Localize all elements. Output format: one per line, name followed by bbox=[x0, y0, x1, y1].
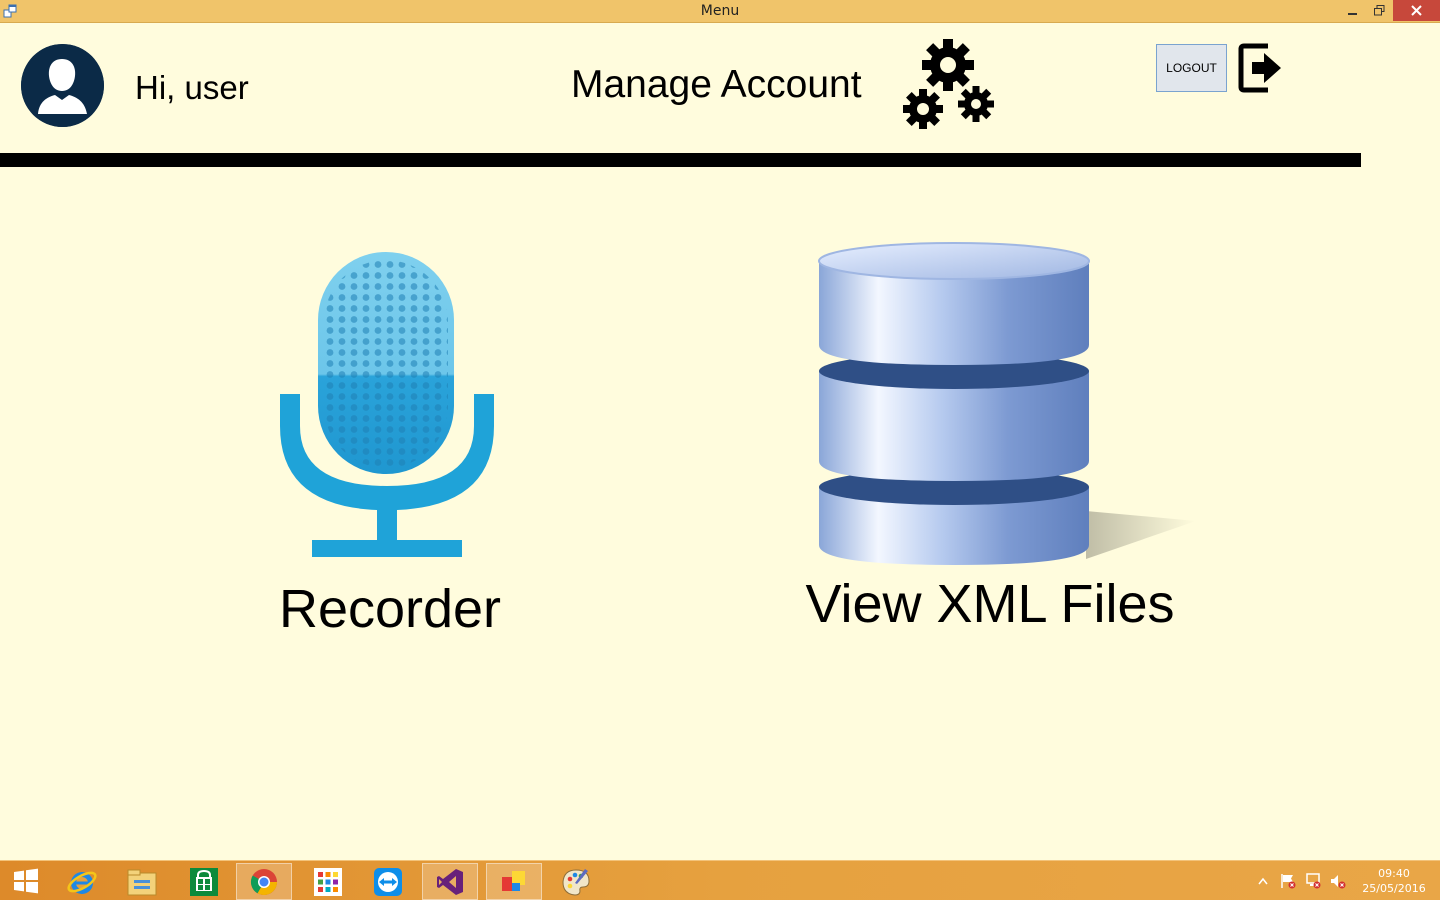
network-icon[interactable] bbox=[1305, 873, 1321, 889]
clock-date: 25/05/2016 bbox=[1362, 882, 1426, 895]
window-title: Menu bbox=[700, 3, 740, 19]
volume-muted-icon[interactable] bbox=[1330, 873, 1346, 889]
windows-logo-icon bbox=[14, 868, 38, 894]
database-icon bbox=[818, 242, 1196, 565]
microphone-icon bbox=[280, 252, 494, 557]
chevron-up-icon bbox=[1258, 877, 1268, 885]
taskbar-app-window[interactable] bbox=[486, 863, 542, 900]
apps-grid-icon bbox=[314, 867, 342, 896]
taskbar-clock[interactable]: 09:40 25/05/2016 bbox=[1358, 866, 1430, 896]
taskbar-paint[interactable] bbox=[548, 863, 604, 900]
visual-studio-icon bbox=[437, 868, 463, 895]
title-bar: Menu bbox=[0, 0, 1440, 23]
taskbar: 09:40 25/05/2016 bbox=[0, 860, 1440, 900]
taskbar-apps[interactable] bbox=[300, 863, 356, 900]
taskbar-file-explorer[interactable] bbox=[114, 863, 170, 900]
start-button[interactable] bbox=[0, 861, 52, 900]
minimize-button[interactable] bbox=[1340, 0, 1366, 21]
system-tray bbox=[1255, 861, 1346, 900]
recorder-label: Recorder bbox=[278, 579, 502, 639]
taskbar-visual-studio[interactable] bbox=[422, 863, 478, 900]
action-center-icon[interactable] bbox=[1280, 873, 1296, 889]
restore-icon bbox=[1373, 5, 1384, 16]
clock-time: 09:40 bbox=[1378, 867, 1410, 880]
file-explorer-icon bbox=[127, 869, 157, 895]
paint-palette-icon bbox=[562, 868, 590, 896]
view-xml-files-tile[interactable]: View XML Files bbox=[780, 238, 1200, 663]
taskbar-teamviewer[interactable] bbox=[360, 863, 416, 900]
menu-window: Hi, user Manage Account LOGOUT Recorder … bbox=[0, 23, 1440, 860]
internet-explorer-icon bbox=[67, 871, 97, 894]
minimize-icon bbox=[1348, 12, 1357, 15]
chrome-icon bbox=[250, 868, 278, 895]
taskbar-store[interactable] bbox=[176, 863, 232, 900]
exit-icon[interactable] bbox=[1238, 42, 1284, 94]
recorder-tile[interactable]: Recorder bbox=[270, 243, 510, 663]
store-icon bbox=[190, 867, 218, 896]
app-window-icon bbox=[502, 870, 525, 891]
teamviewer-icon bbox=[374, 867, 402, 896]
taskbar-internet-explorer[interactable] bbox=[54, 863, 110, 900]
taskbar-chrome[interactable] bbox=[236, 863, 292, 900]
settings-gears-icon[interactable] bbox=[898, 37, 998, 133]
close-icon bbox=[1411, 5, 1422, 16]
logout-button[interactable]: LOGOUT bbox=[1156, 44, 1227, 92]
view-xml-files-label: View XML Files bbox=[805, 574, 1175, 634]
greeting-label: Hi, user bbox=[135, 69, 249, 106]
manage-account-link[interactable]: Manage Account bbox=[571, 63, 862, 107]
show-hidden-icons-button[interactable] bbox=[1255, 873, 1271, 889]
header-divider bbox=[0, 153, 1361, 167]
restore-button[interactable] bbox=[1366, 0, 1392, 21]
close-button[interactable] bbox=[1393, 0, 1440, 21]
user-avatar-icon bbox=[21, 44, 104, 127]
